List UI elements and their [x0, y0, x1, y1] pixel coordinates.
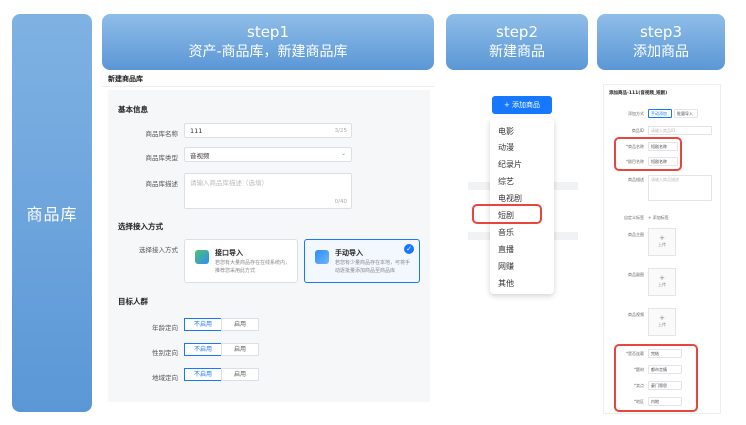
plus-icon: + [659, 234, 665, 242]
dropdown-item[interactable]: 电影 [498, 126, 514, 137]
plus-icon: + [659, 314, 665, 322]
step1-title: step1 [247, 23, 289, 41]
step2-panel: + 添加商品 电影 动漫 纪录片 综艺 电视剧 短剧 音乐 直播 网赚 其他 [464, 92, 588, 302]
access-title: 选择接入方式 [118, 222, 163, 231]
plus-icon: + [659, 274, 665, 282]
type-label: 商品库类型 [145, 154, 179, 162]
desc-count: 0/40 [334, 199, 347, 205]
side-panel: 商品库 [12, 14, 92, 412]
icon-upload[interactable]: + 上传 [648, 268, 676, 296]
age-toggle: 不启用 启用 [184, 318, 259, 331]
page-title: 新建商品库 [108, 75, 143, 83]
card-api-import[interactable]: 接口导入 若您有大量商品存在在线系统内，推荐您采用此方式 [184, 239, 298, 283]
step1-subtitle: 资产-商品库，新建商品库 [188, 44, 348, 60]
cover-upload[interactable]: + 上传 [648, 228, 676, 256]
highlight-box [614, 344, 698, 412]
check-icon: ✓ [404, 244, 414, 254]
region-on-option[interactable]: 启用 [221, 368, 259, 381]
region-off-option[interactable]: 不启用 [184, 368, 222, 381]
age-on-option[interactable]: 启用 [221, 318, 259, 331]
region-label: 地域定向 [152, 374, 178, 382]
age-label: 年龄定向 [152, 324, 178, 332]
desc-placeholder: 请输入商品库描述（选填） [190, 179, 268, 187]
step2-header: step2 新建商品 [446, 14, 588, 70]
dropdown-item[interactable]: 音乐 [498, 227, 514, 238]
basic-info-title: 基本信息 [118, 105, 148, 114]
access-label: 选择接入方式 [139, 246, 178, 254]
step3-panel: 添加商品-111(音视频_短剧) 添加方式 手动添加 批量导入 商品ID 请输入… [603, 84, 721, 414]
poster-upload[interactable]: + 上传 [648, 308, 676, 336]
step2-subtitle: 新建商品 [489, 44, 545, 60]
card-api-desc: 若您有大量商品存在在线系统内，推荐您采用此方式 [215, 260, 291, 274]
dropdown-item[interactable]: 动漫 [498, 142, 514, 153]
chevron-down-icon: ⌄ [340, 150, 346, 157]
step3-title: step3 [640, 23, 682, 41]
card-api-title: 接口导入 [215, 249, 243, 257]
desc-textarea[interactable]: 请输入商品库描述（选填） 0/40 [184, 173, 352, 209]
dropdown-item[interactable]: 直播 [498, 244, 514, 255]
step3-form-title: 添加商品-111(音视频_短剧) [609, 91, 668, 96]
divider [102, 86, 434, 87]
gender-toggle: 不启用 启用 [184, 343, 259, 356]
audience-title: 目标人群 [118, 297, 148, 306]
desc-label: 商品描述 [628, 177, 644, 182]
dropdown-item[interactable]: 其他 [498, 278, 514, 289]
type-select[interactable]: 音视频 ⌄ [184, 147, 352, 162]
dropdown-item[interactable]: 网赚 [498, 261, 514, 272]
gender-label: 性别定向 [152, 349, 178, 357]
card-manual-desc: 若您有少量商品存在本地，可将手动逐批量添加商品至商品库 [335, 260, 411, 274]
icon-label: 商品副图 [628, 272, 644, 277]
name-label: 商品库名称 [145, 130, 179, 138]
side-label: 商品库 [26, 205, 78, 224]
manual-import-icon [315, 250, 329, 264]
form-body: 基本信息 商品库名称 111 3/25 商品库类型 音视频 ⌄ 商品库描述 请输… [108, 90, 430, 402]
step2-title: step2 [496, 23, 538, 41]
name-value: 111 [190, 126, 203, 135]
gender-off-option[interactable]: 不启用 [184, 343, 222, 356]
product-id-input[interactable]: 请输入商品ID [648, 126, 712, 135]
product-id-label: 商品ID [631, 128, 644, 133]
upload-text: 上传 [658, 282, 666, 287]
desc-label: 商品库描述 [145, 180, 179, 188]
gender-on-option[interactable]: 启用 [221, 343, 259, 356]
step1-header: step1 资产-商品库，新建商品库 [102, 14, 434, 70]
upload-text: 上传 [658, 242, 666, 247]
custom-tag-label: 自定义标签 [624, 215, 644, 220]
step3-header: step3 添加商品 [597, 14, 725, 70]
name-count: 3/25 [334, 127, 347, 134]
upload-text: 上传 [658, 322, 666, 327]
poster-label: 商品视频 [628, 312, 644, 317]
dropdown-item[interactable]: 综艺 [498, 176, 514, 187]
card-manual-title: 手动导入 [335, 249, 363, 257]
api-import-icon [195, 250, 209, 264]
region-toggle: 不启用 启用 [184, 368, 259, 381]
add-product-button[interactable]: + 添加商品 [492, 96, 552, 114]
step3-subtitle: 添加商品 [633, 44, 689, 60]
desc-textarea[interactable]: 请输入商品描述 [648, 175, 712, 201]
highlight-box [472, 204, 542, 224]
method-batch-option[interactable]: 批量导入 [674, 109, 698, 118]
dropdown-item[interactable]: 电视剧 [498, 193, 522, 204]
dropdown-item[interactable]: 纪录片 [498, 159, 522, 170]
step1-panel: 新建商品库 基本信息 商品库名称 111 3/25 商品库类型 音视频 ⌄ 商品… [102, 72, 434, 404]
add-method-label: 添加方式 [628, 111, 644, 116]
card-manual-import[interactable]: 手动导入 若您有少量商品存在本地，可将手动逐批量添加商品至商品库 ✓ [304, 239, 420, 283]
age-off-option[interactable]: 不启用 [184, 318, 222, 331]
highlight-box [614, 137, 682, 171]
name-input[interactable]: 111 3/25 [184, 123, 352, 138]
add-tag-link[interactable]: + 添加标签 [648, 215, 669, 221]
cover-label: 商品主图 [628, 232, 644, 237]
type-value: 音视频 [190, 151, 210, 160]
method-single-option[interactable]: 手动添加 [648, 109, 672, 118]
